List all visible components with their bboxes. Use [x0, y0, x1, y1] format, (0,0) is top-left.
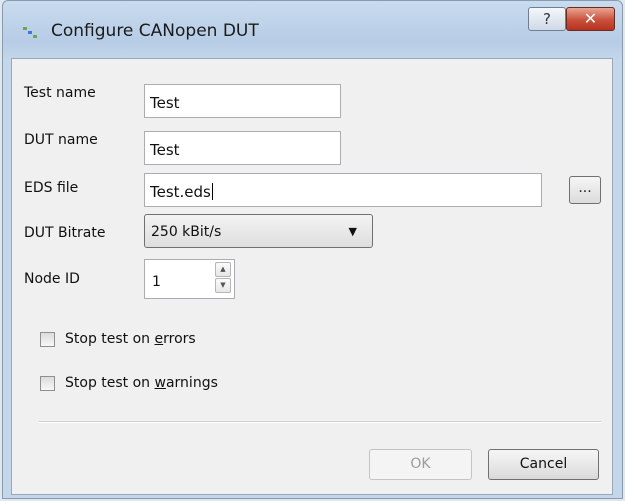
test-name-input[interactable]: Test: [144, 84, 341, 118]
app-icon: [23, 27, 37, 38]
dut-bitrate-value: 250 kBit/s: [151, 224, 222, 240]
help-icon: ?: [543, 10, 551, 28]
stop-on-warnings-checkbox[interactable]: [40, 376, 55, 391]
separator: [39, 421, 601, 423]
dut-name-label: DUT name: [24, 132, 98, 148]
cancel-button[interactable]: Cancel: [488, 449, 599, 480]
accelerator-key: e: [154, 331, 164, 347]
close-button[interactable]: ✕: [566, 7, 615, 31]
label-suffix: rrors: [163, 331, 196, 347]
eds-file-value: Test.eds: [150, 183, 211, 201]
label-prefix: Stop test on: [65, 375, 155, 391]
stop-on-errors-checkbox[interactable]: [40, 332, 55, 347]
test-name-label: Test name: [24, 85, 96, 101]
stop-on-errors-label[interactable]: Stop test on errors: [65, 331, 196, 347]
text-caret: [211, 183, 213, 200]
label-suffix: arnings: [165, 375, 218, 391]
help-button[interactable]: ?: [528, 7, 566, 31]
dropdown-arrow-icon: ▼: [348, 225, 357, 238]
eds-file-input[interactable]: Test.eds: [144, 173, 542, 207]
spin-down-icon[interactable]: ▼: [215, 278, 231, 293]
node-id-label: Node ID: [24, 271, 80, 287]
ok-button[interactable]: OK: [369, 449, 472, 480]
dialog-window: Configure CANopen DUT ? ✕ Test name Test…: [2, 0, 623, 499]
spin-up-icon[interactable]: ▲: [215, 262, 231, 277]
dut-bitrate-label: DUT Bitrate: [24, 225, 106, 241]
label-prefix: Stop test on: [65, 331, 155, 347]
window-title: Configure CANopen DUT: [51, 21, 259, 41]
dut-name-input[interactable]: Test: [144, 131, 341, 165]
close-icon: ✕: [583, 9, 598, 28]
stop-on-warnings-label[interactable]: Stop test on warnings: [65, 375, 218, 391]
browse-button[interactable]: ...: [569, 176, 601, 204]
title-bar[interactable]: Configure CANopen DUT ? ✕: [3, 1, 622, 59]
eds-file-label: EDS file: [24, 180, 79, 196]
accelerator-key: w: [154, 375, 166, 391]
dut-bitrate-select[interactable]: 250 kBit/s ▼: [144, 214, 373, 248]
dialog-body: Test name Test DUT name Test EDS file Te…: [11, 58, 613, 495]
